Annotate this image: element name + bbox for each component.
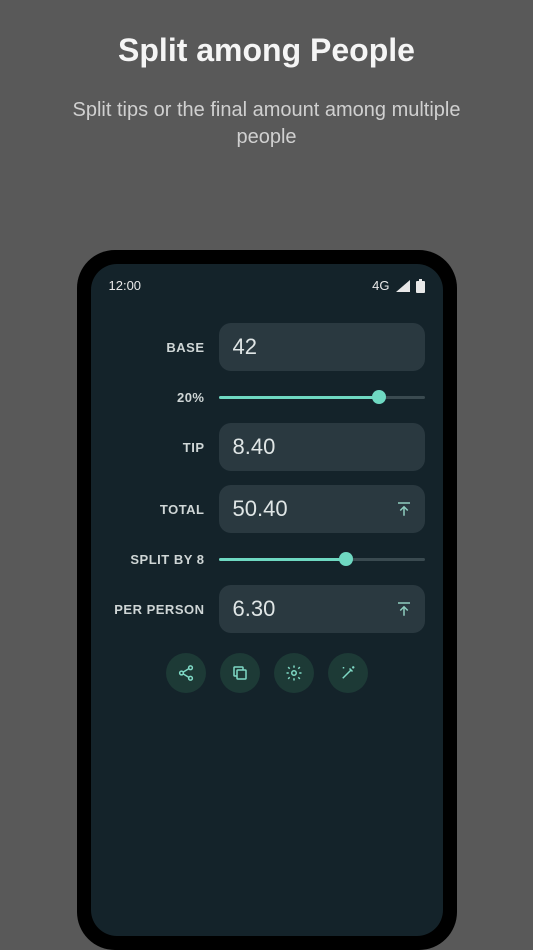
page-title: Split among People [0,32,533,69]
status-time: 12:00 [109,278,142,293]
page-subtitle: Split tips or the final amount among mul… [0,97,533,151]
per-person-row: PER PERSON 6.30 [109,585,425,633]
total-input[interactable]: 50.40 [219,485,425,533]
tip-percent-label: 20% [109,390,219,405]
per-person-value: 6.30 [233,596,276,622]
base-value: 42 [233,334,257,360]
share-button[interactable] [166,653,206,693]
round-up-icon[interactable] [395,600,413,618]
split-row: SPLIT BY 8 [109,547,425,571]
network-label: 4G [372,278,389,293]
magic-button[interactable] [328,653,368,693]
tip-input[interactable]: 8.40 [219,423,425,471]
copy-button[interactable] [220,653,260,693]
per-person-input[interactable]: 6.30 [219,585,425,633]
total-value: 50.40 [233,496,288,522]
split-label: SPLIT BY 8 [109,552,219,567]
split-slider[interactable] [219,547,425,571]
base-label: BASE [109,340,219,355]
action-bar [109,653,425,693]
share-icon [177,664,195,682]
tip-label: TIP [109,440,219,455]
tip-percent-slider[interactable] [219,385,425,409]
total-row: TOTAL 50.40 [109,485,425,533]
app-screen: 12:00 4G BASE 42 20% TIP 8.40 [91,264,443,936]
battery-icon [416,279,425,293]
status-right: 4G [372,278,424,293]
round-up-icon[interactable] [395,500,413,518]
tip-percent-row: 20% [109,385,425,409]
phone-frame: 12:00 4G BASE 42 20% TIP 8.40 [77,250,457,950]
gear-icon [285,664,303,682]
status-bar: 12:00 4G [109,278,425,293]
tip-row: TIP 8.40 [109,423,425,471]
wand-icon [339,664,357,682]
copy-icon [231,664,249,682]
settings-button[interactable] [274,653,314,693]
base-row: BASE 42 [109,323,425,371]
per-person-label: PER PERSON [109,602,219,617]
tip-value: 8.40 [233,434,276,460]
base-input[interactable]: 42 [219,323,425,371]
total-label: TOTAL [109,502,219,517]
signal-icon [396,280,410,292]
